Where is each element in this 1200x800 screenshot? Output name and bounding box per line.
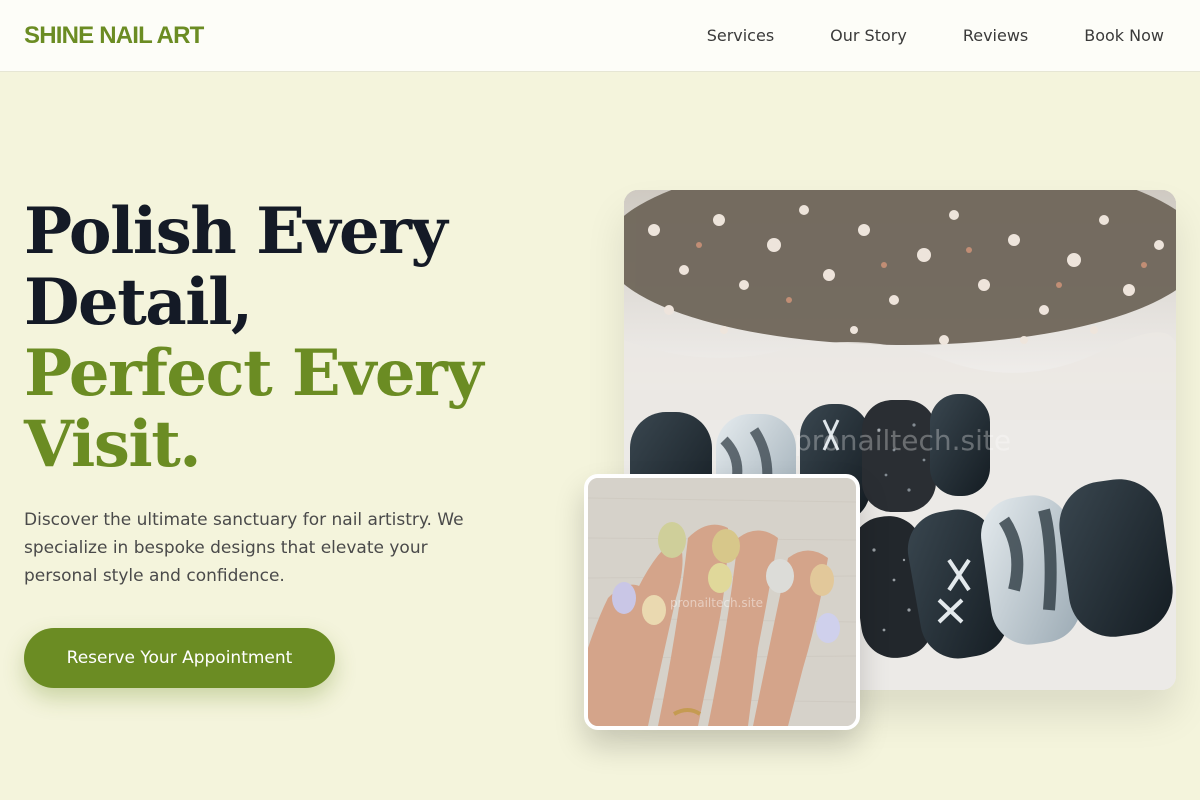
nav-link-book-now[interactable]: Book Now: [1084, 26, 1164, 45]
nav-link-our-story[interactable]: Our Story: [830, 26, 907, 45]
main-photo-watermark: pronailtech.site: [794, 424, 1012, 457]
main-nav: Services Our Story Reviews Book Now: [707, 26, 1164, 45]
hero-title-line-1: Polish Every: [24, 194, 448, 269]
nav-link-services[interactable]: Services: [707, 26, 774, 45]
hero-title-accent-line-1: Perfect Every: [24, 336, 484, 411]
hero-title-accent-line-2: Visit.: [24, 407, 202, 482]
site-header: SHINE NAIL ART Services Our Story Review…: [0, 0, 1200, 72]
pastel-nails-photo-inset: pronailtech.site: [584, 474, 860, 730]
nav-link-reviews[interactable]: Reviews: [963, 26, 1028, 45]
hero-title: Polish Every Detail, Perfect Every Visit…: [24, 196, 544, 480]
brand-logo[interactable]: SHINE NAIL ART: [24, 22, 204, 50]
reserve-appointment-button[interactable]: Reserve Your Appointment: [24, 628, 335, 688]
hero-title-line-2: Detail,: [24, 265, 253, 340]
inset-photo-watermark: pronailtech.site: [670, 596, 764, 610]
hero-description: Discover the ultimate sanctuary for nail…: [24, 510, 464, 586]
